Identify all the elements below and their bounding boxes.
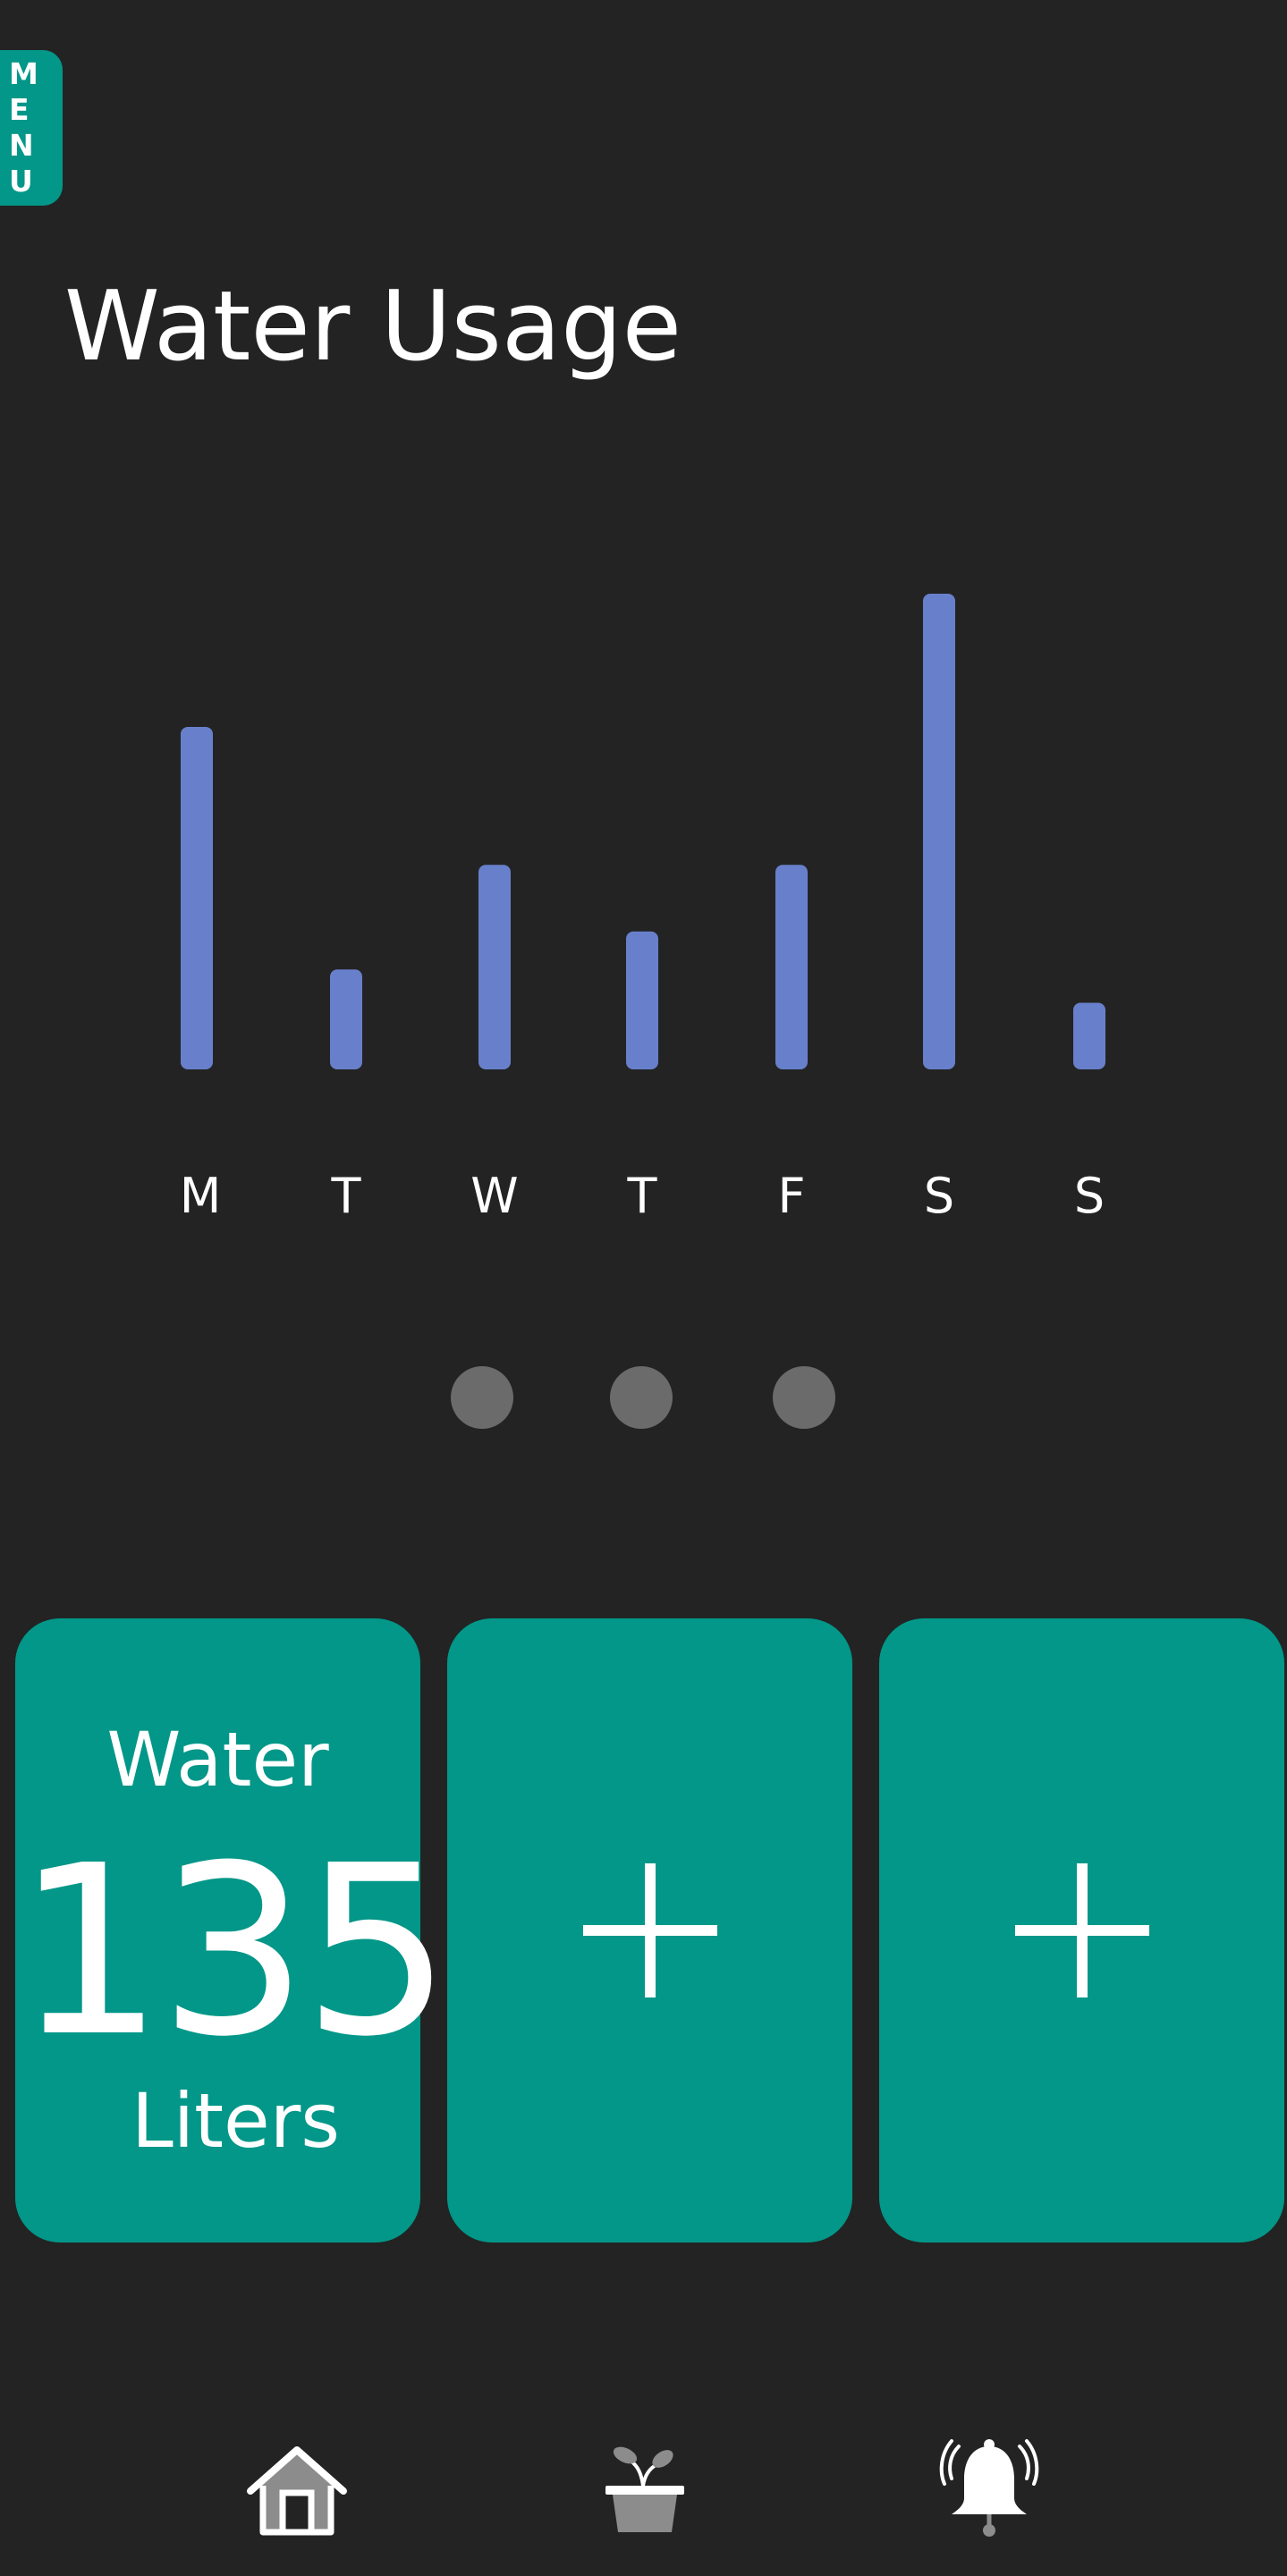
day-label-4: T xyxy=(627,1168,658,1224)
water-card-value: 135 xyxy=(15,1815,452,2088)
water-usage-chart: MTWTFSS xyxy=(180,594,1105,1224)
plus-icon xyxy=(582,1863,717,1997)
plus-icon xyxy=(1014,1863,1149,1997)
bar-7 xyxy=(1073,1002,1105,1069)
bottom-navigation xyxy=(0,2432,1287,2548)
day-label-3: W xyxy=(470,1168,518,1224)
bar-1 xyxy=(181,726,213,1069)
nav-plant-button[interactable] xyxy=(591,2432,699,2539)
day-label-2: T xyxy=(331,1168,362,1224)
page-dot-2[interactable] xyxy=(610,1366,673,1429)
add-card-button-2[interactable] xyxy=(879,1618,1284,2242)
water-card-label: Water xyxy=(106,1716,329,1803)
nav-alarm-button[interactable] xyxy=(936,2432,1043,2539)
page-dot-1[interactable] xyxy=(451,1366,513,1429)
page-indicator xyxy=(0,1366,1287,1431)
bar-5 xyxy=(775,865,808,1069)
day-label-6: S xyxy=(924,1168,954,1224)
day-label-1: M xyxy=(180,1168,222,1224)
water-card-unit: Liters xyxy=(131,2077,341,2165)
plant-icon xyxy=(605,2446,684,2532)
alarm-bell-icon xyxy=(939,2439,1039,2537)
water-usage-card[interactable]: Water 135 Liters xyxy=(15,1618,452,2242)
add-card-button-1[interactable] xyxy=(447,1618,852,2242)
day-label-7: S xyxy=(1074,1168,1105,1224)
bar-6 xyxy=(923,594,955,1069)
home-icon xyxy=(247,2446,347,2536)
bar-2 xyxy=(330,969,362,1069)
page-dot-3[interactable] xyxy=(773,1366,835,1429)
bar-4 xyxy=(626,931,658,1069)
bar-3 xyxy=(478,865,511,1069)
nav-home-button[interactable] xyxy=(243,2432,351,2539)
day-label-5: F xyxy=(777,1168,805,1224)
